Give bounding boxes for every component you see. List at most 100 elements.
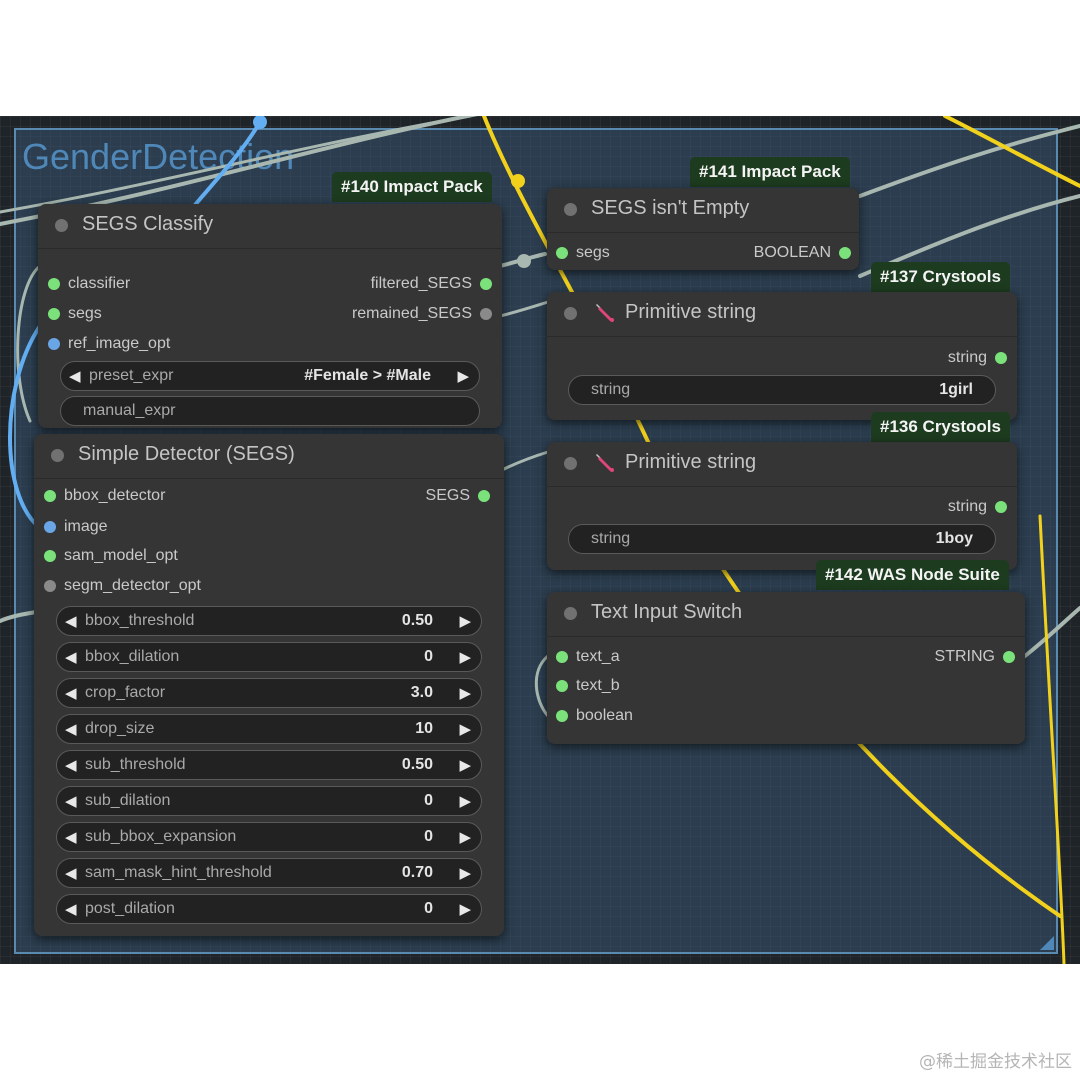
number-widget[interactable]: ◀ drop_size 10 ▶ [56, 714, 482, 744]
node-segs-classify[interactable]: SEGS Classify classifier segs ref_image_… [38, 204, 502, 428]
decrement-arrow-icon[interactable]: ◀ [65, 828, 77, 846]
slot-dot-icon[interactable] [44, 580, 56, 592]
slot-dot-icon[interactable] [556, 247, 568, 259]
node-primitive-string-2[interactable]: Primitive string string string 1boy [547, 442, 1017, 570]
decrement-arrow-icon[interactable]: ◀ [65, 792, 77, 810]
slot-dot-icon[interactable] [48, 338, 60, 350]
input-slot-text-a[interactable]: text_a [556, 647, 620, 667]
combo-preset-expr[interactable]: ◀ preset_expr #Female > #Male ▶ [60, 361, 480, 391]
node-simple-detector[interactable]: Simple Detector (SEGS) bbox_detector ima… [34, 434, 504, 936]
increment-arrow-icon[interactable]: ▶ [459, 900, 471, 918]
output-slot-boolean[interactable]: BOOLEAN [753, 243, 851, 263]
text-manual-expr[interactable]: manual_expr [60, 396, 480, 426]
wire-gray [0, 610, 38, 623]
decrement-arrow-icon[interactable]: ◀ [65, 684, 77, 702]
collapse-dot-icon[interactable] [564, 203, 577, 216]
slot-dot-icon[interactable] [478, 490, 490, 502]
output-slot-string[interactable]: string [948, 497, 1007, 517]
text-widget-string[interactable]: string 1girl [568, 375, 996, 405]
number-widget[interactable]: ◀ crop_factor 3.0 ▶ [56, 678, 482, 708]
decrement-arrow-icon[interactable]: ◀ [65, 612, 77, 630]
slot-dot-icon[interactable] [1003, 651, 1015, 663]
input-slot-segs[interactable]: segs [48, 304, 102, 324]
increment-arrow-icon[interactable]: ▶ [459, 828, 471, 846]
output-slot-filtered-segs[interactable]: filtered_SEGS [371, 274, 492, 294]
node-title: SEGS Classify [82, 213, 214, 235]
slot-label: remained_SEGS [351, 305, 472, 322]
collapse-dot-icon[interactable] [564, 457, 577, 470]
number-widget[interactable]: ◀ sub_dilation 0 ▶ [56, 786, 482, 816]
slot-dot-icon[interactable] [44, 521, 56, 533]
slot-dot-icon[interactable] [995, 501, 1007, 513]
decrement-arrow-icon[interactable]: ◀ [65, 756, 77, 774]
collapse-dot-icon[interactable] [564, 307, 577, 320]
number-widget[interactable]: ◀ post_dilation 0 ▶ [56, 894, 482, 924]
increment-arrow-icon[interactable]: ▶ [459, 720, 471, 738]
input-slot-sam-model-opt[interactable]: sam_model_opt [44, 546, 178, 566]
wire-gray [858, 124, 1080, 198]
slot-dot-icon[interactable] [556, 651, 568, 663]
collapse-dot-icon[interactable] [564, 607, 577, 620]
increment-arrow-icon[interactable]: ▶ [459, 792, 471, 810]
number-widget[interactable]: ◀ bbox_dilation 0 ▶ [56, 642, 482, 672]
decrement-arrow-icon[interactable]: ◀ [65, 900, 77, 918]
increment-arrow-icon[interactable]: ▶ [457, 367, 469, 385]
node-badge: #141 Impact Pack [690, 157, 850, 187]
wire-gray [1023, 606, 1080, 658]
number-widget[interactable]: ◀ bbox_threshold 0.50 ▶ [56, 606, 482, 636]
slot-label: ref_image_opt [68, 335, 171, 352]
text-widget-string[interactable]: string 1boy [568, 524, 996, 554]
collapse-dot-icon[interactable] [51, 449, 64, 462]
slot-dot-icon[interactable] [480, 308, 492, 320]
node-title-bar[interactable]: Primitive string [547, 292, 1017, 337]
input-slot-image[interactable]: image [44, 517, 108, 537]
output-slot-string[interactable]: STRING [935, 647, 1015, 667]
slot-dot-icon[interactable] [44, 490, 56, 502]
node-graph-canvas[interactable]: GenderDetection #140 Impact Pack SEGS Cl… [0, 116, 1080, 964]
collapse-dot-icon[interactable] [55, 219, 68, 232]
input-slot-segm-detector-opt[interactable]: segm_detector_opt [44, 576, 201, 596]
input-slot-text-b[interactable]: text_b [556, 676, 620, 696]
number-widget[interactable]: ◀ sub_threshold 0.50 ▶ [56, 750, 482, 780]
node-title-bar[interactable]: SEGS Classify [38, 204, 502, 249]
input-slot-ref-image-opt[interactable]: ref_image_opt [48, 334, 171, 354]
slot-label: BOOLEAN [753, 244, 831, 261]
slot-dot-icon[interactable] [556, 680, 568, 692]
input-slot-classifier[interactable]: classifier [48, 274, 130, 294]
slot-dot-icon[interactable] [556, 710, 568, 722]
slot-dot-icon[interactable] [839, 247, 851, 259]
output-slot-remained-segs[interactable]: remained_SEGS [351, 304, 492, 324]
widget-value: #Female > #Male [304, 367, 431, 384]
slot-dot-icon[interactable] [480, 278, 492, 290]
decrement-arrow-icon[interactable]: ◀ [69, 367, 81, 385]
input-slot-boolean[interactable]: boolean [556, 706, 633, 726]
increment-arrow-icon[interactable]: ▶ [459, 612, 471, 630]
node-primitive-string-1[interactable]: Primitive string string string 1girl [547, 292, 1017, 420]
decrement-arrow-icon[interactable]: ◀ [65, 648, 77, 666]
output-slot-string[interactable]: string [948, 348, 1007, 368]
increment-arrow-icon[interactable]: ▶ [459, 864, 471, 882]
number-widget[interactable]: ◀ sam_mask_hint_threshold 0.70 ▶ [56, 858, 482, 888]
increment-arrow-icon[interactable]: ▶ [459, 756, 471, 774]
slot-dot-icon[interactable] [48, 278, 60, 290]
slot-dot-icon[interactable] [48, 308, 60, 320]
increment-arrow-icon[interactable]: ▶ [459, 684, 471, 702]
node-text-input-switch[interactable]: Text Input Switch text_a text_b boolean … [547, 592, 1025, 744]
slot-label: image [64, 518, 108, 535]
slot-dot-icon[interactable] [44, 550, 56, 562]
increment-arrow-icon[interactable]: ▶ [459, 648, 471, 666]
number-widget[interactable]: ◀ sub_bbox_expansion 0 ▶ [56, 822, 482, 852]
decrement-arrow-icon[interactable]: ◀ [65, 720, 77, 738]
output-slot-segs[interactable]: SEGS [426, 486, 490, 506]
node-title-bar[interactable]: Simple Detector (SEGS) [34, 434, 504, 479]
input-slot-segs[interactable]: segs [556, 243, 610, 263]
slot-dot-icon[interactable] [995, 352, 1007, 364]
input-slot-bbox-detector[interactable]: bbox_detector [44, 486, 165, 506]
node-segs-isnt-empty[interactable]: SEGS isn't Empty segs BOOLEAN [547, 188, 859, 270]
node-title-bar[interactable]: SEGS isn't Empty [547, 188, 859, 233]
node-title-bar[interactable]: Text Input Switch [547, 592, 1025, 637]
reroute-point [517, 254, 531, 268]
node-title: Text Input Switch [591, 601, 743, 623]
node-title-bar[interactable]: Primitive string [547, 442, 1017, 487]
decrement-arrow-icon[interactable]: ◀ [65, 864, 77, 882]
